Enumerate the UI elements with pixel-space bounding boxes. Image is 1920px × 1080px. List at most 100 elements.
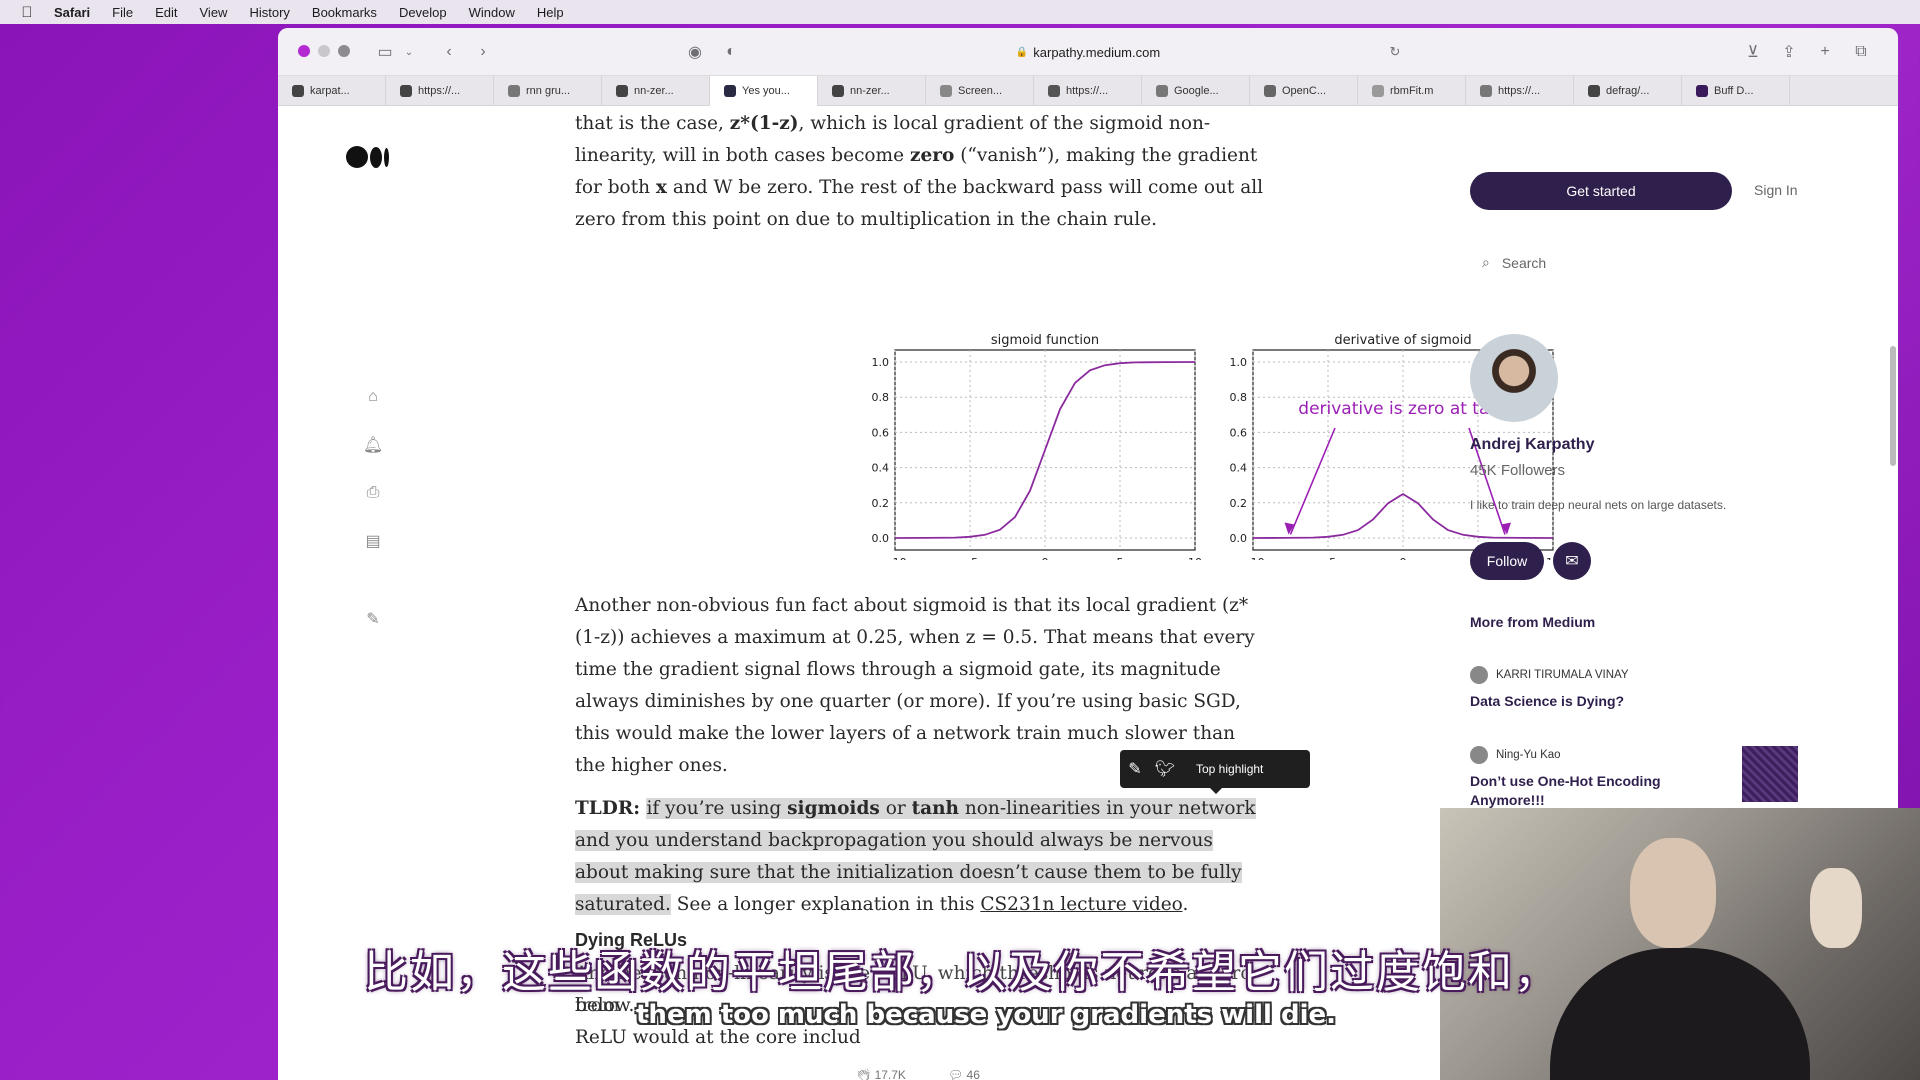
y-tick-label: 0.4 [872, 462, 890, 475]
comment-count[interactable]: 💬︎ 46 [948, 1068, 980, 1080]
share-icon[interactable]: ⇪ [1778, 41, 1800, 63]
author-avatar [1470, 666, 1488, 684]
twitter-icon[interactable]: 🐦︎ [1150, 759, 1180, 779]
chart-title: derivative of sigmoid [1334, 333, 1471, 348]
bookmark-icon[interactable]: ⎙ [362, 482, 384, 504]
bell-icon[interactable]: 🔔︎ [362, 434, 384, 456]
clap-count[interactable]: 👏︎ 17.7K [856, 1068, 906, 1080]
y-tick-label: 0.0 [1230, 532, 1248, 545]
tab-label: rnn gru... [526, 85, 571, 97]
tab-item[interactable]: Buff D... [1682, 76, 1790, 106]
browser-toolbar: ▭ ⌄ ‹ › ◉ ◐ 🔒 karpathy.medium.com ↻ ⊻ ⇪ … [278, 28, 1898, 76]
y-tick-label: 0.6 [872, 426, 890, 439]
site-favicon-icon [940, 85, 952, 97]
menu-app-safari[interactable]: Safari [54, 5, 90, 20]
shield-icon[interactable]: ◐ [720, 41, 742, 63]
tab-label: Buff D... [1714, 85, 1754, 97]
chart-title: sigmoid function [991, 333, 1099, 348]
tab-item[interactable]: nn-zer... [818, 76, 926, 106]
follow-button[interactable]: Follow [1470, 542, 1544, 580]
site-favicon-icon [400, 85, 412, 97]
minimize-window-button[interactable] [318, 45, 330, 57]
search-icon: ⌕ [1482, 254, 1490, 270]
list-item[interactable]: KARRI TIRUMALA VINAY Data Science is Dyi… [1470, 666, 1810, 711]
tab-label: OpenC... [1282, 85, 1327, 97]
rec-thumbnail[interactable] [1742, 746, 1798, 802]
y-tick-label: 1.0 [1230, 356, 1248, 369]
tab-bar: karpat... https://... rnn gru... nn-zer.… [278, 76, 1898, 106]
y-tick-label: 0.0 [872, 532, 890, 545]
close-window-button[interactable] [298, 45, 310, 57]
home-icon[interactable]: ⌂ [362, 386, 384, 408]
forward-icon[interactable]: › [472, 41, 494, 63]
tab-item[interactable]: Screen... [926, 76, 1034, 106]
tab-item-active[interactable]: Yes you... [710, 76, 818, 106]
avatar[interactable] [1470, 334, 1558, 422]
author-bio: I like to train deep neural nets on larg… [1470, 498, 1727, 512]
list-item[interactable]: Ning-Yu Kao Don’t use One-Hot Encoding A… [1470, 746, 1810, 810]
author-name[interactable]: Andrej Karpathy [1470, 436, 1594, 454]
search-input[interactable]: ⌕ Search [1482, 254, 1546, 271]
menu-develop[interactable]: Develop [399, 5, 447, 20]
tab-item[interactable]: OpenC... [1250, 76, 1358, 106]
zoom-window-button[interactable] [338, 45, 350, 57]
menu-help[interactable]: Help [537, 5, 564, 20]
apple-icon[interactable]:  [18, 3, 36, 21]
menu-file[interactable]: File [112, 5, 133, 20]
window-controls [298, 45, 350, 57]
tab-label: rbmFit.m [1390, 85, 1434, 97]
lock-icon: 🔒 [1015, 46, 1029, 58]
tab-item[interactable]: nn-zer... [602, 76, 710, 106]
reload-icon[interactable]: ↻ [1384, 41, 1406, 63]
follower-count[interactable]: 45K Followers [1470, 462, 1565, 479]
write-icon[interactable]: ✎ [362, 608, 384, 630]
pencil-icon[interactable]: ✎ [1120, 759, 1150, 779]
x-tick-label: −10 [1241, 556, 1264, 560]
rec-title[interactable]: Data Science is Dying? [1470, 692, 1690, 711]
menu-bookmarks[interactable]: Bookmarks [312, 5, 377, 20]
tab-label: karpat... [310, 85, 350, 97]
page-scrollbar[interactable] [1890, 346, 1896, 466]
github-icon [832, 85, 844, 97]
cs231n-link[interactable]: CS231n lecture video [980, 894, 1182, 915]
password-extension-icon[interactable]: ◉ [684, 41, 706, 63]
y-tick-label: 1.0 [872, 356, 890, 369]
download-icon[interactable]: ⊻ [1742, 41, 1764, 63]
site-favicon-icon [1480, 85, 1492, 97]
new-tab-icon[interactable]: + [1814, 41, 1836, 63]
site-favicon-icon [1372, 85, 1384, 97]
tab-item[interactable]: https://... [1034, 76, 1142, 106]
x-tick-label: −10 [883, 556, 906, 560]
tab-item[interactable]: karpat... [278, 76, 386, 106]
menu-history[interactable]: History [249, 5, 289, 20]
sign-in-link[interactable]: Sign In [1754, 182, 1798, 198]
tab-label: nn-zer... [850, 85, 890, 97]
document-icon[interactable]: ▤ [362, 530, 384, 552]
x-tick-label: 5 [1117, 556, 1124, 560]
chevron-down-icon[interactable]: ⌄ [398, 41, 420, 63]
tab-label: nn-zer... [634, 85, 674, 97]
tab-item[interactable]: https://... [386, 76, 494, 106]
tab-overview-icon[interactable]: ⧉ [1850, 41, 1872, 63]
sidebar-toggle-icon[interactable]: ▭ [374, 41, 396, 63]
tab-item[interactable]: rbmFit.m [1358, 76, 1466, 106]
medium-logo[interactable] [346, 146, 389, 168]
rec-author: KARRI TIRUMALA VINAY [1496, 669, 1629, 681]
address-bar[interactable]: 🔒 karpathy.medium.com [758, 38, 1418, 66]
tab-item[interactable]: defrag/... [1574, 76, 1682, 106]
tab-item[interactable]: https://... [1466, 76, 1574, 106]
back-icon[interactable]: ‹ [438, 41, 460, 63]
menu-edit[interactable]: Edit [155, 5, 177, 20]
rec-title[interactable]: Don’t use One-Hot Encoding Anymore!!! [1470, 772, 1690, 810]
clap-icon: 👏︎ [856, 1068, 875, 1080]
menu-window[interactable]: Window [469, 5, 515, 20]
tab-item[interactable]: rnn gru... [494, 76, 602, 106]
site-favicon-icon [1048, 85, 1060, 97]
y-tick-label: 0.2 [872, 497, 890, 510]
subscribe-mail-icon[interactable]: ✉ [1553, 542, 1591, 580]
menu-view[interactable]: View [200, 5, 228, 20]
get-started-button[interactable]: Get started [1470, 172, 1732, 210]
tab-label: https://... [418, 85, 461, 97]
tab-item[interactable]: Google... [1142, 76, 1250, 106]
site-favicon-icon [1696, 85, 1708, 97]
